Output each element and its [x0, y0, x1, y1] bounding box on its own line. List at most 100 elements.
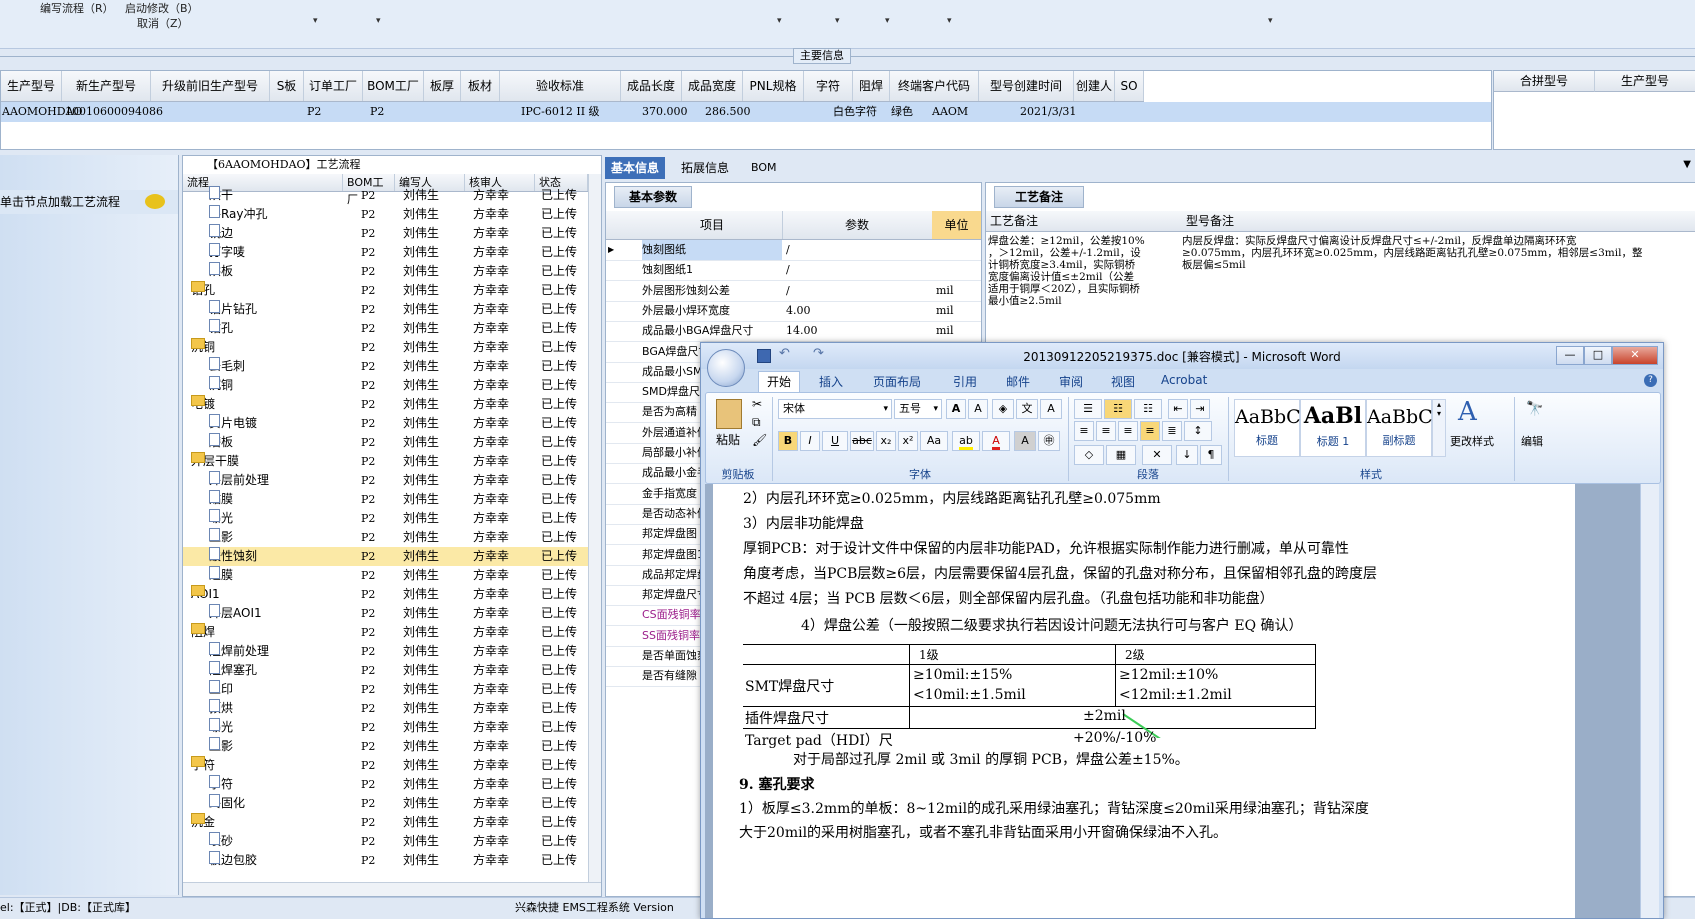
tab-page-layout[interactable]: 页面布局: [873, 373, 921, 390]
col-header[interactable]: 成品宽度: [682, 71, 743, 101]
param-row[interactable]: 外层最小焊环宽度 4.00 mil: [606, 301, 981, 322]
align-right-button[interactable]: ≡: [1118, 421, 1138, 441]
tree-row[interactable]: 曝光 P2 刘伟生 方幸幸 已上传: [183, 718, 588, 737]
tree-node-label[interactable]: −电镀: [191, 395, 215, 414]
col-header[interactable]: BOM工厂: [363, 71, 424, 101]
model-note-text[interactable]: 内层反焊盘：实际反焊盘尺寸偏离设计反焊盘尺寸≤+/-2mil，反焊盘单边隔离环环…: [1182, 235, 1692, 271]
col-header[interactable]: 参数: [782, 211, 933, 239]
cell-length[interactable]: 370.000: [642, 102, 688, 122]
font-size-select[interactable]: 五号 ▾: [894, 399, 942, 419]
col-header[interactable]: 终端客户代码: [890, 71, 979, 101]
tree-node-label[interactable]: 负片电镀: [209, 414, 257, 433]
vertical-scrollbar[interactable]: [588, 174, 601, 896]
param-row[interactable]: 外层图形蚀刻公差 / mil: [606, 281, 981, 302]
tree-node-label[interactable]: −字符: [191, 756, 215, 775]
tree-row[interactable]: −沉铜 P2 刘伟生 方幸幸 已上传: [183, 338, 588, 357]
tree-row[interactable]: 打字唛 P2 刘伟生 方幸幸 已上传: [183, 243, 588, 262]
char-border-button[interactable]: A: [1040, 399, 1062, 419]
tree-row[interactable]: 烘干 P2 刘伟生 方幸幸 已上传: [183, 186, 588, 205]
format-painter-icon[interactable]: 🖌: [752, 433, 767, 447]
tree-row[interactable]: −阻焊 P2 刘伟生 方幸幸 已上传: [183, 623, 588, 642]
tab-insert[interactable]: 插入: [819, 373, 843, 390]
copy-icon[interactable]: ⧉: [752, 415, 761, 430]
font-name-select[interactable]: 宋体 ▾: [778, 399, 892, 419]
tree-node-label[interactable]: 外层前处理: [209, 471, 269, 490]
col-header[interactable]: 型号备注: [1182, 211, 1234, 231]
decrease-indent-button[interactable]: ⇤: [1168, 399, 1188, 419]
col-header[interactable]: 创建人: [1074, 71, 1115, 101]
cell-standard[interactable]: IPC-6012 II 级: [521, 102, 600, 122]
horizontal-scrollbar[interactable]: [183, 882, 601, 896]
tree-node-label[interactable]: 磨板: [209, 433, 233, 452]
strikethrough-button[interactable]: abc: [850, 431, 874, 451]
cell-char[interactable]: 白色字符: [833, 102, 877, 122]
borders-button[interactable]: ▦: [1106, 445, 1136, 465]
tree-row[interactable]: 铝片钻孔 P2 刘伟生 方幸幸 已上传: [183, 300, 588, 319]
tree-row[interactable]: 贴膜 P2 刘伟生 方幸幸 已上传: [183, 490, 588, 509]
clear-format-button[interactable]: ◈: [992, 399, 1014, 419]
font-color-button[interactable]: A: [982, 431, 1010, 451]
tab-references[interactable]: 引用: [953, 373, 977, 390]
tree-row[interactable]: 去毛刺 P2 刘伟生 方幸幸 已上传: [183, 357, 588, 376]
col-header[interactable]: 板材: [461, 71, 500, 101]
cut-icon[interactable]: ✂: [752, 397, 762, 411]
tree-node-label[interactable]: 阻焊塞孔: [209, 661, 257, 680]
tree-node-label[interactable]: 显影: [209, 528, 233, 547]
cell-bom-factory[interactable]: P2: [370, 102, 384, 122]
param-value[interactable]: /: [786, 260, 790, 280]
tree-row[interactable]: −AOI1 P2 刘伟生 方幸幸 已上传: [183, 585, 588, 604]
document-scrollbar[interactable]: [1640, 484, 1659, 918]
col-header[interactable]: 型号创建时间: [979, 71, 1074, 101]
col-header[interactable]: 生产型号: [1595, 71, 1695, 92]
tree-row[interactable]: X-Ray冲孔 P2 刘伟生 方幸幸 已上传: [183, 205, 588, 224]
grow-font-button[interactable]: A: [946, 399, 966, 419]
find-icon[interactable]: 🔭: [1526, 401, 1543, 417]
change-styles-button[interactable]: 更改样式: [1450, 433, 1494, 449]
param-value[interactable]: /: [786, 240, 790, 260]
start-modify-menu[interactable]: 启动修改（B）: [125, 0, 199, 16]
tree-row[interactable]: 外层前处理 P2 刘伟生 方幸幸 已上传: [183, 471, 588, 490]
underline-button[interactable]: U: [822, 431, 848, 451]
tree-row[interactable]: 负片电镀 P2 刘伟生 方幸幸 已上传: [183, 414, 588, 433]
tree-row[interactable]: −沉金 P2 刘伟生 方幸幸 已上传: [183, 813, 588, 832]
tree-node-label[interactable]: −AOI1: [191, 585, 220, 604]
tree-node-label[interactable]: −沉铜: [191, 338, 215, 357]
tree-node-label[interactable]: 曝光: [209, 718, 233, 737]
table-row[interactable]: AAOMOHDAO 10010600094086 P2 P2 IPC-6012 …: [1, 102, 1491, 122]
highlight-button[interactable]: ab: [952, 431, 980, 451]
cell-width[interactable]: 286.500: [705, 102, 751, 122]
superscript-button[interactable]: x²: [898, 431, 918, 451]
tree-node-label[interactable]: 曝光: [209, 509, 233, 528]
tree-node-label[interactable]: 铣边: [209, 224, 233, 243]
shrink-font-button[interactable]: A: [968, 399, 988, 419]
process-note-text[interactable]: 焊盘公差：≥12mil，公差按10% ，＞12mil，公差+/-1.2mil，设…: [988, 235, 1178, 307]
col-header[interactable]: 板厚: [424, 71, 461, 101]
tree-row[interactable]: 显影 P2 刘伟生 方幸幸 已上传: [183, 737, 588, 756]
tree-row[interactable]: 预烘 P2 刘伟生 方幸幸 已上传: [183, 699, 588, 718]
minimize-button[interactable]: —: [1556, 346, 1584, 365]
tree-row[interactable]: 钻孔 P2 刘伟生 方幸幸 已上传: [183, 319, 588, 338]
tree-row[interactable]: −电镀 P2 刘伟生 方幸幸 已上传: [183, 395, 588, 414]
paste-icon[interactable]: [716, 399, 742, 429]
help-icon[interactable]: ?: [1644, 374, 1657, 387]
change-styles-icon[interactable]: A: [1458, 397, 1477, 427]
col-header[interactable]: 升级前旧生产型号: [151, 71, 270, 101]
param-value[interactable]: 14.00: [786, 321, 818, 341]
tree-node-label[interactable]: 喷砂: [209, 832, 233, 851]
param-row[interactable]: ▶ 蚀刻图纸 /: [606, 240, 981, 261]
subscript-button[interactable]: x₂: [876, 431, 896, 451]
chevron-down-icon[interactable]: ▾: [885, 16, 890, 26]
tree-row[interactable]: 退膜 P2 刘伟生 方幸幸 已上传: [183, 566, 588, 585]
tree-node-label[interactable]: 退膜: [209, 566, 233, 585]
col-header[interactable]: 新生产型号: [62, 71, 151, 101]
tree-row[interactable]: 阻焊前处理 P2 刘伟生 方幸幸 已上传: [183, 642, 588, 661]
tab-bom[interactable]: BOM: [745, 157, 783, 179]
tree-node-label[interactable]: 终固化: [209, 794, 245, 813]
load-flow-hint[interactable]: 单击节点加载工艺流程: [0, 190, 178, 214]
chevron-down-icon[interactable]: ▼: [1683, 159, 1691, 170]
cell-customer-code[interactable]: AAOM: [932, 102, 968, 122]
param-value[interactable]: /: [786, 281, 790, 301]
tree-node-label[interactable]: 钻孔: [209, 319, 233, 338]
change-case-button[interactable]: Aa: [920, 431, 948, 451]
enclose-char-button[interactable]: ㊥: [1038, 431, 1060, 451]
